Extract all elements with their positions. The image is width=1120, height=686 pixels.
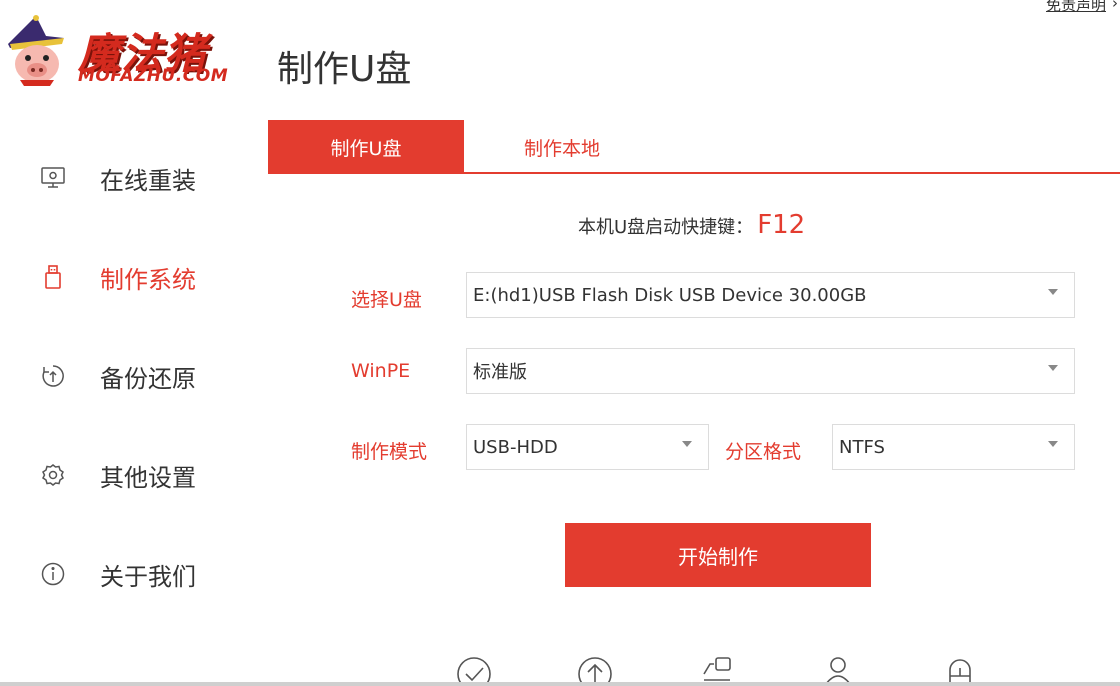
monitor-icon [40,165,66,191]
disclaimer-link[interactable]: 免责声明 [1046,0,1106,15]
usb-select-label: 选择U盘 [351,289,422,311]
gear-icon [40,462,66,488]
sidebar-item-about-us[interactable]: 关于我们 [0,546,262,602]
sidebar-item-label: 备份还原 [100,364,196,393]
usb-select-value: E:(hd1)USB Flash Disk USB Device 30.00GB [473,284,867,306]
mode-select-label: 制作模式 [351,441,428,463]
logo: 魔法猪 MOFAZHU.COM [2,14,252,94]
sidebar-item-label: 关于我们 [100,562,196,591]
winpe-select-value: 标准版 [473,362,527,383]
sidebar-item-label: 制作系统 [100,265,196,294]
sidebar-item-backup-restore[interactable]: 备份还原 [0,348,262,404]
usb-drive-icon [40,264,66,290]
usb-select[interactable]: E:(hd1)USB Flash Disk USB Device 30.00GB [466,272,1075,318]
tab-make-local[interactable]: 制作本地 [464,120,660,174]
tab-bar: 制作U盘 制作本地 [268,120,1120,174]
mode-select-value: USB-HDD [473,436,558,458]
partition-select-value: NTFS [839,436,885,458]
info-icon [40,561,66,587]
restore-icon [40,363,66,389]
sidebar-item-label: 其他设置 [100,463,196,492]
caret-down-icon [1048,289,1058,295]
winpe-select-label: WinPE [351,360,411,382]
start-make-button[interactable]: 开始制作 [565,523,871,587]
sidebar-item-make-system[interactable]: 制作系统 [0,249,262,305]
logo-subtext: MOFAZHU.COM [78,66,229,86]
caret-down-icon [1048,365,1058,371]
sidebar-item-online-reinstall[interactable]: 在线重装 [0,150,262,206]
shortcut-info: 本机U盘启动快捷键： F12 [578,210,805,240]
sidebar-item-label: 在线重装 [100,166,196,195]
shortcut-label: 本机U盘启动快捷键： [578,217,754,238]
pig-mascot-icon [8,15,64,86]
winpe-select[interactable]: 标准版 [466,348,1075,394]
mode-select[interactable]: USB-HDD [466,424,709,470]
chevron-right-icon: › [1112,0,1118,12]
window-bottom-border [0,682,1120,686]
caret-down-icon [682,441,692,447]
partition-select[interactable]: NTFS [832,424,1075,470]
partition-select-label: 分区格式 [725,441,802,463]
tab-make-usb[interactable]: 制作U盘 [268,120,464,174]
caret-down-icon [1048,441,1058,447]
sidebar-item-other-settings[interactable]: 其他设置 [0,447,262,503]
shortcut-key: F12 [757,210,806,240]
page-title: 制作U盘 [277,49,412,90]
